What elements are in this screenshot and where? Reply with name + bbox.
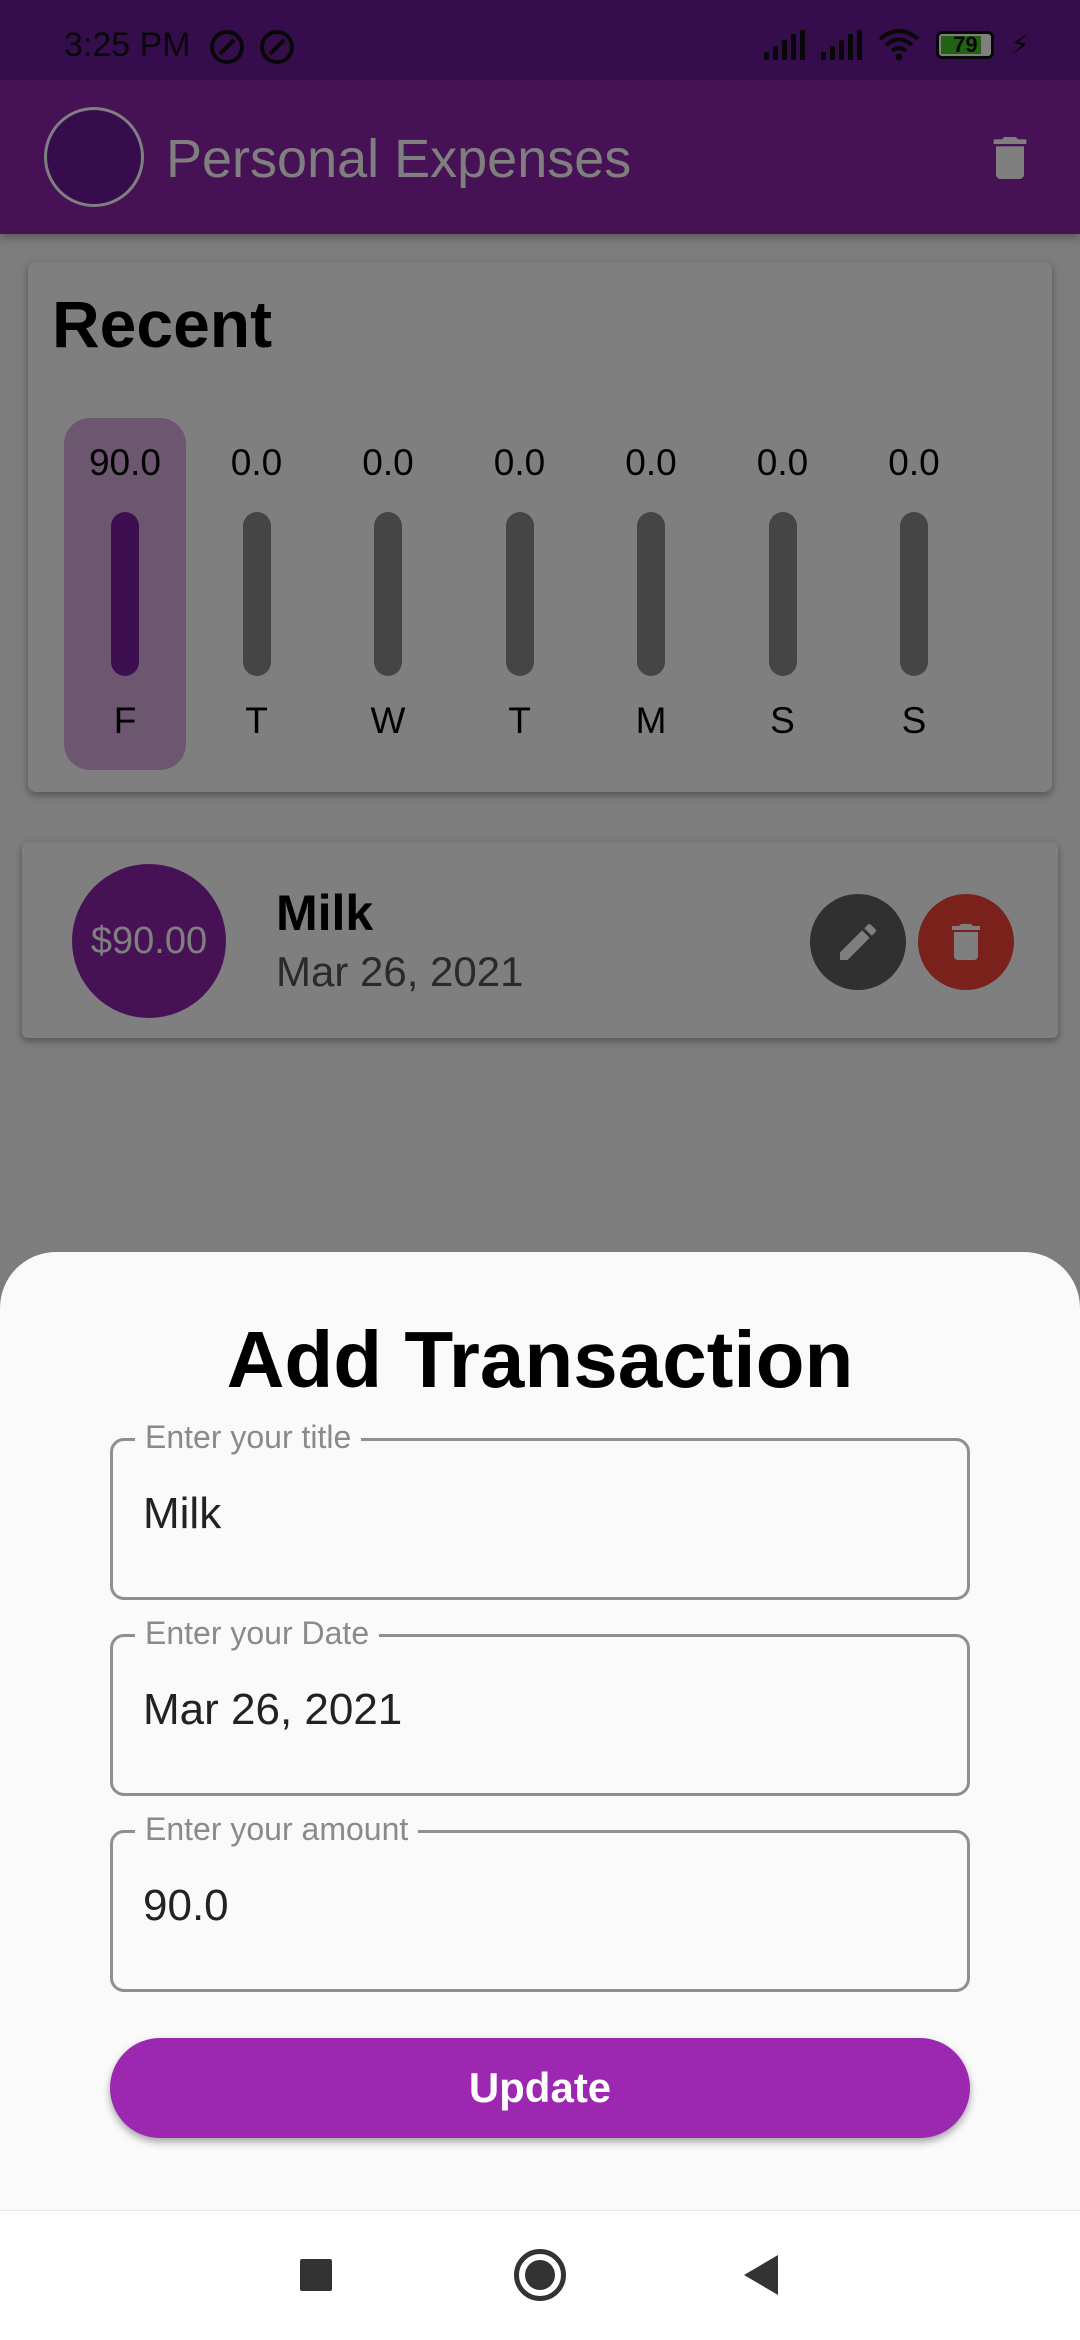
title-field-label: Enter your title [135, 1419, 362, 1456]
back-button[interactable] [744, 2255, 778, 2295]
sheet-title: Add Transaction [226, 1315, 854, 1404]
home-button[interactable] [514, 2249, 566, 2301]
recents-button[interactable] [300, 2259, 332, 2291]
date-field-label: Enter your Date [135, 1615, 380, 1652]
amount-input[interactable] [143, 1881, 943, 1931]
date-input[interactable] [143, 1685, 943, 1735]
date-field[interactable]: Enter your Date [110, 1615, 970, 1796]
system-nav-bar [0, 2210, 1080, 2340]
update-button[interactable]: Update [110, 2038, 970, 2138]
amount-field-label: Enter your amount [135, 1811, 419, 1848]
title-field[interactable]: Enter your title [110, 1419, 970, 1600]
title-input[interactable] [143, 1489, 943, 1539]
amount-field[interactable]: Enter your amount [110, 1811, 970, 1992]
add-transaction-sheet: Add Transaction Enter your title Enter y… [0, 1252, 1080, 2210]
